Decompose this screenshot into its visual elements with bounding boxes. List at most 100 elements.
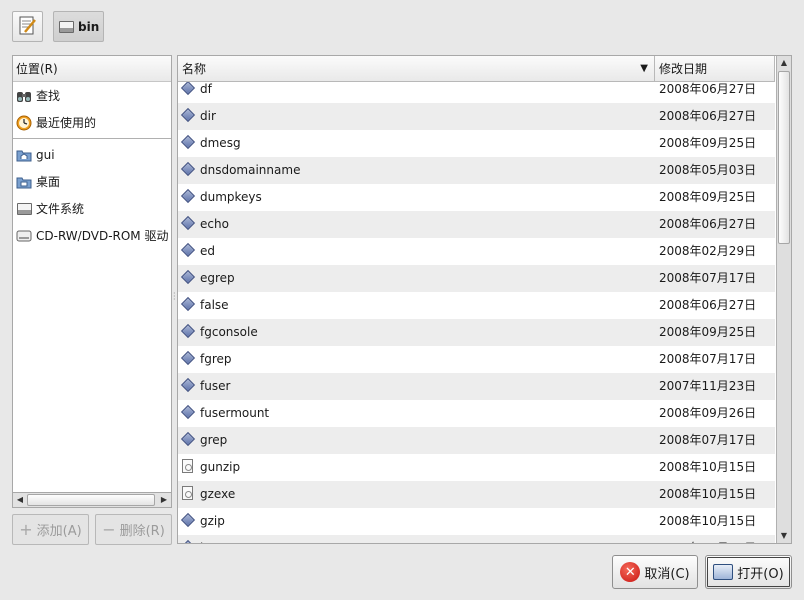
file-row[interactable]: grep 2008年07月17日 xyxy=(178,427,775,454)
file-name: gunzip xyxy=(200,460,241,474)
file-row[interactable]: dnsdomainname 2008年05月03日 xyxy=(178,157,775,184)
executable-icon xyxy=(180,539,196,543)
file-list: df 2008年06月27日 dir 2008年06月27日 dmesg 2008年09月… xyxy=(177,55,792,544)
places-header[interactable]: 位置(R) xyxy=(13,56,171,82)
file-name: dnsdomainname xyxy=(200,163,301,177)
executable-icon xyxy=(180,512,196,528)
executable-icon xyxy=(180,377,196,393)
places-item-label: gui xyxy=(36,147,55,162)
file-modified-date: 2008年10月15日 xyxy=(659,460,757,474)
file-row[interactable]: gunzip 2008年10月15日 xyxy=(178,454,775,481)
executable-icon xyxy=(180,431,196,447)
executable-icon xyxy=(180,107,196,123)
file-modified-date: 2007年11月23日 xyxy=(659,379,757,393)
file-modified-date: 2008年07月17日 xyxy=(659,433,757,447)
file-row[interactable]: echo 2008年06月27日 xyxy=(178,211,775,238)
file-list-rows: df 2008年06月27日 dir 2008年06月27日 dmesg 2008年09月… xyxy=(178,76,775,543)
executable-icon xyxy=(180,188,196,204)
scrollbar-thumb[interactable] xyxy=(27,494,155,506)
file-name: grep xyxy=(200,433,228,447)
cancel-button[interactable]: ✕ 取消(C) xyxy=(612,555,698,589)
file-name: egrep xyxy=(200,271,235,285)
file-modified-date: 2008年06月27日 xyxy=(659,298,757,312)
file-modified-date: 2008年05月03日 xyxy=(659,163,757,177)
file-name: fgconsole xyxy=(200,325,258,339)
file-name: fuser xyxy=(200,379,231,393)
file-row[interactable]: fgconsole 2008年09月25日 xyxy=(178,319,775,346)
places-item-recent[interactable]: 最近使用的 xyxy=(13,109,171,136)
places-item-cdrom[interactable]: CD-RW/DVD-ROM 驱动 xyxy=(13,222,171,249)
remove-bookmark-label: 删除(R) xyxy=(119,524,165,539)
executable-icon xyxy=(180,296,196,312)
file-name: dmesg xyxy=(200,136,241,150)
file-row[interactable]: dumpkeys 2008年09月25日 xyxy=(178,184,775,211)
file-list-vertical-scrollbar[interactable]: ▲ ▼ xyxy=(776,56,791,543)
remove-bookmark-button[interactable]: − 删除(R) xyxy=(95,514,172,545)
file-row[interactable]: ed 2008年02月29日 xyxy=(178,238,775,265)
file-name: hostname xyxy=(200,535,260,543)
add-bookmark-button[interactable]: + 添加(A) xyxy=(12,514,89,545)
path-bar-button-bin[interactable]: bin xyxy=(53,11,104,42)
scrollbar-thumb[interactable] xyxy=(778,71,790,244)
type-location-button[interactable] xyxy=(12,11,43,42)
file-row[interactable]: hostname 2008年05月03日 xyxy=(178,535,775,543)
places-item-label: 最近使用的 xyxy=(36,116,97,130)
file-row[interactable]: dmesg 2008年09月25日 xyxy=(178,130,775,157)
file-name: gzexe xyxy=(200,487,236,501)
file-row[interactable]: gzexe 2008年10月15日 xyxy=(178,481,775,508)
file-row[interactable]: fusermount 2008年09月26日 xyxy=(178,400,775,427)
binoculars-icon xyxy=(16,88,32,104)
places-horizontal-scrollbar[interactable]: ◀ ▶ xyxy=(12,492,172,508)
executable-icon xyxy=(180,404,196,420)
cancel-icon: ✕ xyxy=(620,562,641,582)
file-modified-date: 2008年06月27日 xyxy=(659,217,757,231)
home-folder-icon xyxy=(16,147,32,163)
scroll-right-icon[interactable]: ▶ xyxy=(157,493,171,507)
file-modified-date: 2008年02月29日 xyxy=(659,244,757,258)
places-item-search[interactable]: 查找 xyxy=(13,82,171,109)
open-button[interactable]: 打开(O) xyxy=(705,555,792,589)
file-name: dir xyxy=(200,109,216,123)
scroll-down-icon[interactable]: ▼ xyxy=(777,529,791,543)
file-name: fusermount xyxy=(200,406,270,420)
scroll-left-icon[interactable]: ◀ xyxy=(13,493,27,507)
executable-icon xyxy=(180,134,196,150)
places-item-label: 文件系统 xyxy=(36,202,85,216)
file-name: dumpkeys xyxy=(200,190,262,204)
file-modified-date: 2008年09月26日 xyxy=(659,406,757,420)
path-bar-label: bin xyxy=(78,19,100,34)
file-row[interactable]: gzip 2008年10月15日 xyxy=(178,508,775,535)
file-row[interactable]: dir 2008年06月27日 xyxy=(178,103,775,130)
edit-icon xyxy=(19,16,36,35)
executable-icon xyxy=(180,242,196,258)
file-row[interactable]: false 2008年06月27日 xyxy=(178,292,775,319)
file-name: false xyxy=(200,298,229,312)
file-modified-date: 2008年09月25日 xyxy=(659,190,757,204)
pane-resize-handle[interactable]: · · · xyxy=(173,290,176,304)
file-list-header: 名称 ▼ 修改日期 xyxy=(178,56,775,82)
places-item-desktop[interactable]: 桌面 xyxy=(13,168,171,195)
executable-icon xyxy=(180,215,196,231)
places-separator xyxy=(13,138,171,139)
script-icon xyxy=(181,486,195,500)
places-item-filesystem[interactable]: 文件系统 xyxy=(13,195,171,222)
file-row[interactable]: fgrep 2008年07月17日 xyxy=(178,346,775,373)
file-modified-date: 2008年09月25日 xyxy=(659,136,757,150)
drive-icon xyxy=(59,20,74,33)
sort-descending-icon: ▼ xyxy=(640,63,648,74)
scroll-up-icon[interactable]: ▲ xyxy=(777,56,791,70)
places-item-home[interactable]: gui xyxy=(13,141,171,168)
column-header-name-label: 名称 xyxy=(182,62,207,76)
file-modified-date: 2008年07月17日 xyxy=(659,352,757,366)
file-modified-date: 2008年07月17日 xyxy=(659,271,757,285)
open-icon xyxy=(713,564,734,580)
file-name: gzip xyxy=(200,514,225,528)
column-header-name[interactable]: 名称 ▼ xyxy=(178,56,655,82)
file-name: fgrep xyxy=(200,352,232,366)
desktop-folder-icon xyxy=(16,174,32,190)
executable-icon xyxy=(180,269,196,285)
file-modified-date: 2008年10月15日 xyxy=(659,514,757,528)
file-row[interactable]: fuser 2007年11月23日 xyxy=(178,373,775,400)
file-row[interactable]: egrep 2008年07月17日 xyxy=(178,265,775,292)
column-header-modified[interactable]: 修改日期 xyxy=(655,56,775,82)
